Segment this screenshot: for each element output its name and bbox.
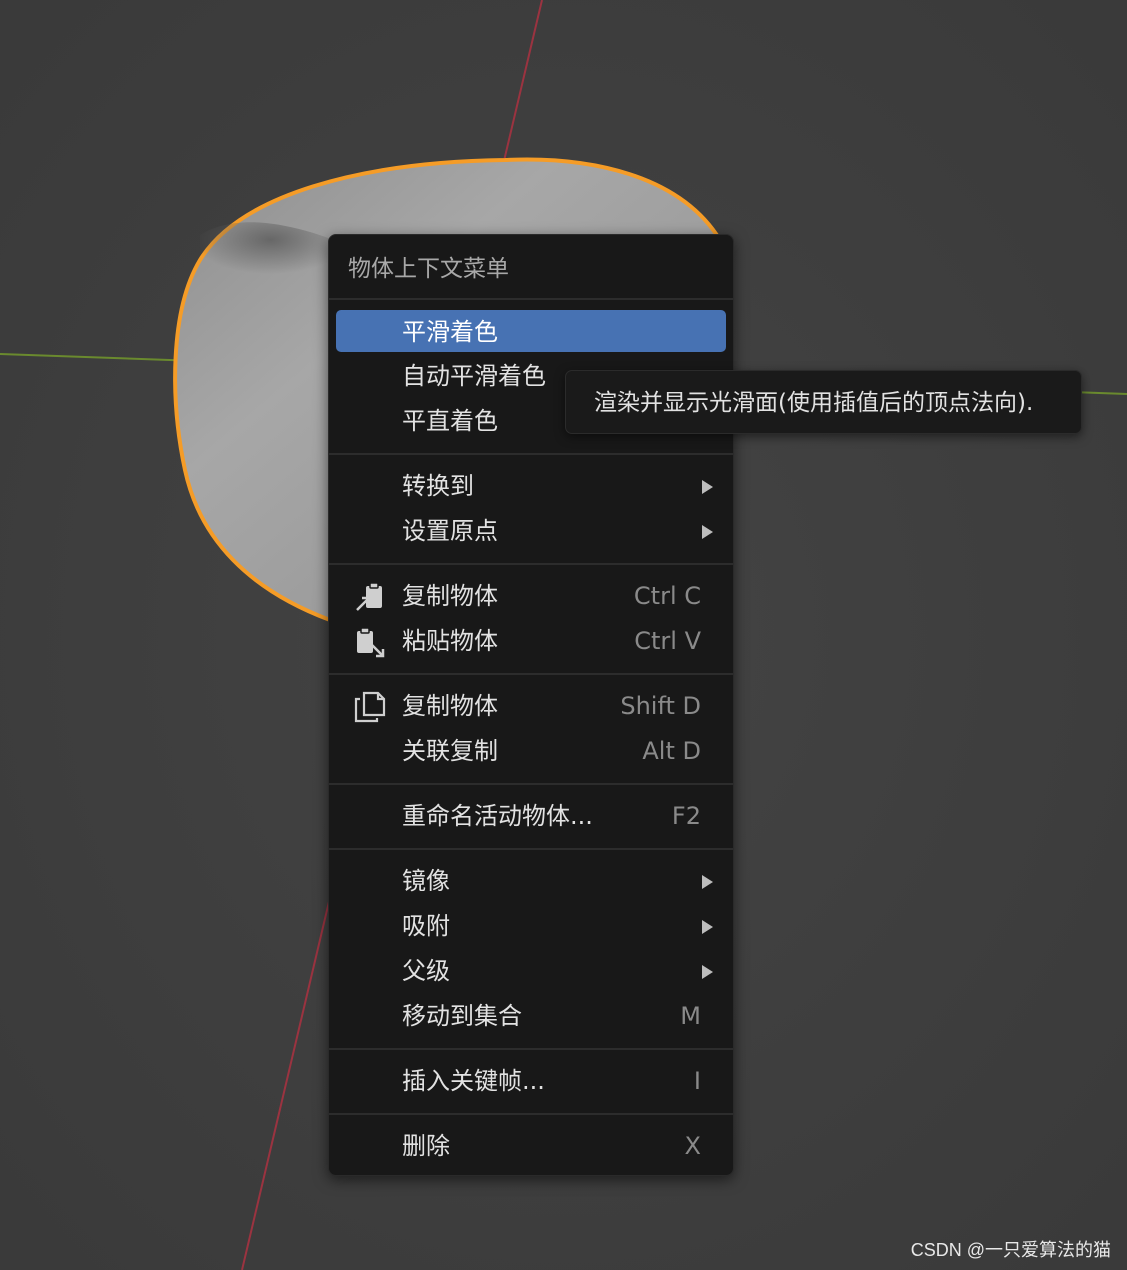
menu-item-label: 父级 <box>402 957 450 985</box>
menu-item-rename-active[interactable]: 重命名活动物体... F2 <box>329 796 733 838</box>
shortcut-hint: F2 <box>671 802 701 830</box>
shortcut-hint: Ctrl C <box>633 582 701 610</box>
shortcut-hint: M <box>680 1002 701 1030</box>
tooltip: 渲染并显示光滑面(使用插值后的顶点法向). <box>565 370 1082 434</box>
menu-item-label: 删除 <box>402 1132 450 1160</box>
menu-item-snap[interactable]: 吸附 <box>329 906 733 948</box>
menu-item-label: 关联复制 <box>402 737 498 765</box>
menu-item-duplicate-objects[interactable]: 复制物体 Shift D <box>329 686 733 728</box>
menu-item-mirror[interactable]: 镜像 <box>329 861 733 903</box>
menu-separator <box>329 453 733 455</box>
menu-separator <box>329 673 733 675</box>
submenu-arrow-icon <box>702 875 713 889</box>
menu-item-label: 复制物体 <box>402 692 498 720</box>
copy-clipboard-icon <box>356 582 382 611</box>
menu-item-label: 插入关键帧... <box>402 1067 545 1095</box>
menu-item-copy-objects[interactable]: 复制物体 Ctrl C <box>329 576 733 618</box>
menu-title: 物体上下文菜单 <box>348 256 509 282</box>
menu-item-label: 设置原点 <box>402 517 498 545</box>
menu-item-delete[interactable]: 删除 X <box>329 1126 733 1168</box>
shortcut-hint: Shift D <box>620 692 701 720</box>
active-highlight <box>336 310 726 352</box>
menu-item-label: 吸附 <box>402 912 450 940</box>
duplicate-icon <box>354 691 386 723</box>
menu-item-set-origin[interactable]: 设置原点 <box>329 511 733 553</box>
menu-separator <box>329 783 733 785</box>
menu-separator <box>329 298 733 300</box>
shortcut-hint: Alt D <box>642 737 701 765</box>
submenu-arrow-icon <box>702 920 713 934</box>
menu-item-label: 重命名活动物体... <box>402 802 593 830</box>
menu-item-label: 平滑着色 <box>402 318 498 346</box>
menu-separator <box>329 563 733 565</box>
menu-item-duplicate-linked[interactable]: 关联复制 Alt D <box>329 731 733 773</box>
submenu-arrow-icon <box>702 480 713 494</box>
shortcut-hint: Ctrl V <box>634 627 701 655</box>
menu-item-label: 粘贴物体 <box>402 627 498 655</box>
watermark: CSDN @一只爱算法的猫 <box>910 1240 1111 1260</box>
menu-item-label: 平直着色 <box>402 407 498 435</box>
menu-item-move-to-collection[interactable]: 移动到集合 M <box>329 996 733 1038</box>
tooltip-text: 渲染并显示光滑面(使用插值后的顶点法向). <box>594 390 1034 416</box>
menu-separator <box>329 1113 733 1115</box>
menu-separator <box>329 1048 733 1050</box>
menu-item-label: 移动到集合 <box>402 1002 522 1030</box>
submenu-arrow-icon <box>702 525 713 539</box>
submenu-arrow-icon <box>702 965 713 979</box>
menu-item-convert-to[interactable]: 转换到 <box>329 466 733 508</box>
menu-item-shade-smooth[interactable]: 平滑着色 <box>329 310 733 354</box>
menu-item-label: 复制物体 <box>402 582 498 610</box>
menu-item-parent[interactable]: 父级 <box>329 951 733 993</box>
paste-clipboard-icon <box>357 627 385 658</box>
menu-item-label: 自动平滑着色 <box>402 362 546 390</box>
menu-item-label: 镜像 <box>402 867 450 895</box>
shortcut-hint: X <box>684 1132 701 1160</box>
menu-separator <box>329 848 733 850</box>
menu-item-label: 转换到 <box>402 472 474 500</box>
menu-item-insert-keyframe[interactable]: 插入关键帧... I <box>329 1061 733 1103</box>
shortcut-hint: I <box>693 1067 701 1095</box>
menu-item-paste-objects[interactable]: 粘贴物体 Ctrl V <box>329 621 733 663</box>
